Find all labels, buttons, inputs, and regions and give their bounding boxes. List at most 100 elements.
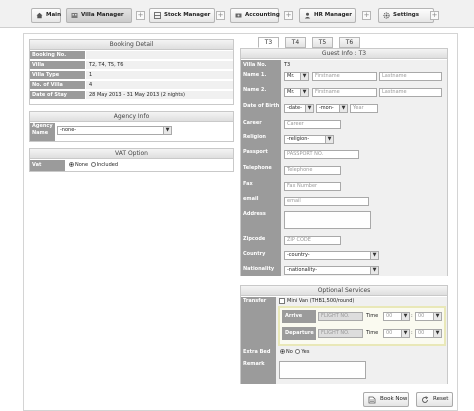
date-of-stay-label: Date of Stay [30, 91, 85, 99]
villa-type-label: Villa Type [30, 71, 85, 79]
extra-bed-yes-radio[interactable] [295, 349, 301, 354]
passport-input[interactable]: PASSPORT NO. [284, 150, 359, 159]
name-2-firstname-input[interactable]: Firstname [312, 88, 377, 97]
telephone-label: Telephone [241, 164, 281, 173]
gear-icon [383, 12, 390, 19]
remark-textarea[interactable] [279, 361, 366, 379]
villa-no-label: Villa No. [241, 61, 281, 70]
name-2-title-select[interactable]: Mr. ▼ [284, 88, 309, 97]
name-2-lastname-input[interactable]: Lastname [379, 88, 442, 97]
arrive-label: Arrive [282, 310, 316, 323]
agency-name-select[interactable]: -none- ▼ [57, 126, 172, 135]
nav-tab-accounting[interactable]: Accounting [230, 8, 280, 23]
arrive-minute-selected: 00 [418, 313, 425, 319]
name-1-title-select[interactable]: Mr. ▼ [284, 72, 309, 81]
date-of-birth-label: Date of Birth [241, 102, 281, 111]
nav-tab-hr-manager[interactable]: HR Manager [299, 8, 356, 23]
vat-none-label: None [75, 162, 89, 168]
nav-tab-stock-manager[interactable]: Stock Manager [149, 8, 215, 23]
guest-tab-t5[interactable]: T5 [312, 37, 333, 48]
zipcode-input[interactable]: ZIP CODE [284, 236, 341, 245]
religion-select[interactable]: -religion- ▼ [284, 135, 334, 144]
hr-manager-add-button[interactable]: + [362, 11, 371, 20]
religion-selected: -religion- [287, 136, 310, 142]
departure-minute-select[interactable]: 00 ▼ [415, 329, 442, 338]
reset-button[interactable]: Reset [416, 392, 453, 407]
dob-month-select[interactable]: -mon- ▼ [316, 104, 348, 113]
arrive-hour-selected: 00 [386, 313, 393, 319]
name-1-title-selected: Mr. [287, 73, 295, 79]
book-now-label: Book Now [380, 396, 408, 402]
arrive-minute-select[interactable]: 00 ▼ [415, 312, 442, 321]
guest-tab-t3[interactable]: T3 [258, 37, 279, 48]
booking-detail-panel: Booking Detail Booking No. Villa T2, T4,… [29, 39, 234, 105]
nav-tab-settings[interactable]: Settings [378, 8, 434, 23]
booking-row-villa-type: Villa Type 1 [30, 71, 233, 80]
guest-tab-t6[interactable]: T6 [339, 37, 360, 48]
departure-flight-input[interactable]: FLIGHT NO. [318, 329, 363, 338]
dob-date-select[interactable]: -date- ▼ [284, 104, 314, 113]
address-textarea[interactable] [284, 211, 371, 229]
name-1-label: Name 1. [241, 71, 281, 80]
book-now-button[interactable]: Book Now [363, 392, 409, 407]
departure-hour-selected: 00 [386, 330, 393, 336]
guest-tab-t4[interactable]: T4 [285, 37, 306, 48]
extra-bed-label: Extra Bed [241, 348, 276, 357]
extra-bed-yes-label: Yes [301, 349, 310, 355]
no-of-villa-value: 4 [86, 81, 233, 89]
country-selected: -country- [287, 252, 310, 258]
name-1-firstname-input[interactable]: Firstname [312, 72, 377, 81]
chevron-down-icon: ▼ [370, 267, 378, 274]
country-select[interactable]: -country- ▼ [284, 251, 379, 260]
departure-time-label: Time [366, 330, 379, 336]
extra-bed-no-label: No [286, 349, 293, 355]
email-input[interactable]: email [284, 197, 369, 206]
home-icon [36, 12, 43, 19]
chevron-down-icon: ▼ [300, 89, 308, 96]
vat-included-radio[interactable] [90, 162, 96, 167]
settings-add-button[interactable]: + [430, 11, 439, 20]
arrive-time-separator: : [411, 313, 413, 319]
departure-time-separator: : [411, 330, 413, 336]
vat-option-panel: VAT Option Vat None Included [29, 148, 234, 172]
booking-no-value [86, 51, 233, 59]
country-label: Country [241, 250, 281, 259]
departure-label: Departure [282, 327, 316, 340]
nav-tab-villa-manager[interactable]: Villa Manager [66, 8, 132, 23]
reset-label: Reset [433, 396, 449, 402]
stock-manager-add-button[interactable]: + [216, 11, 225, 20]
flight-details-box: Arrive FLIGHT NO. Time 00 ▼ : 00 ▼ Departu… [278, 306, 446, 346]
career-input[interactable]: Career [284, 120, 341, 129]
villa-type-value: 1 [86, 71, 233, 79]
arrive-flight-input[interactable]: FLIGHT NO. [318, 312, 363, 321]
vat-label: Vat [30, 160, 65, 171]
chevron-down-icon: ▼ [325, 136, 333, 143]
chevron-down-icon: ▼ [433, 330, 441, 337]
dob-date-selected: -date- [287, 105, 302, 111]
vat-none-radio[interactable] [69, 162, 74, 167]
arrive-hour-select[interactable]: 00 ▼ [383, 312, 410, 321]
name-1-lastname-input[interactable]: Lastname [379, 72, 442, 81]
villa-manager-add-button[interactable]: + [136, 11, 145, 20]
nationality-select[interactable]: -nationality- ▼ [284, 266, 379, 275]
nav-tab-main[interactable]: Main [31, 8, 61, 23]
remark-label: Remark [241, 360, 276, 369]
agency-name-label: Agency Name [30, 123, 55, 141]
booking-row-villa: Villa T2, T4, T5, T6 [30, 61, 233, 70]
dob-year-input[interactable]: Year [350, 104, 378, 113]
booking-row-booking-no: Booking No. [30, 51, 233, 60]
chevron-down-icon: ▼ [339, 105, 347, 112]
departure-hour-select[interactable]: 00 ▼ [383, 329, 410, 338]
dob-month-selected: -mon- [319, 105, 334, 111]
villa-no-value: T3 [284, 62, 291, 68]
fax-input[interactable]: Fax Number [284, 182, 341, 191]
email-label: email [241, 195, 281, 204]
telephone-input[interactable]: Telephone [284, 166, 341, 175]
minivan-label: Mini Van (THB1,500/round) [287, 298, 355, 304]
minivan-checkbox[interactable] [279, 298, 285, 304]
nav-tab-accounting-label: Accounting [245, 12, 280, 18]
extra-bed-no-radio[interactable] [280, 349, 285, 354]
accounting-add-button[interactable]: + [284, 11, 293, 20]
top-nav-bar: Main Villa Manager + Stock Manager + Acc… [0, 0, 474, 28]
chevron-down-icon: ▼ [370, 252, 378, 259]
